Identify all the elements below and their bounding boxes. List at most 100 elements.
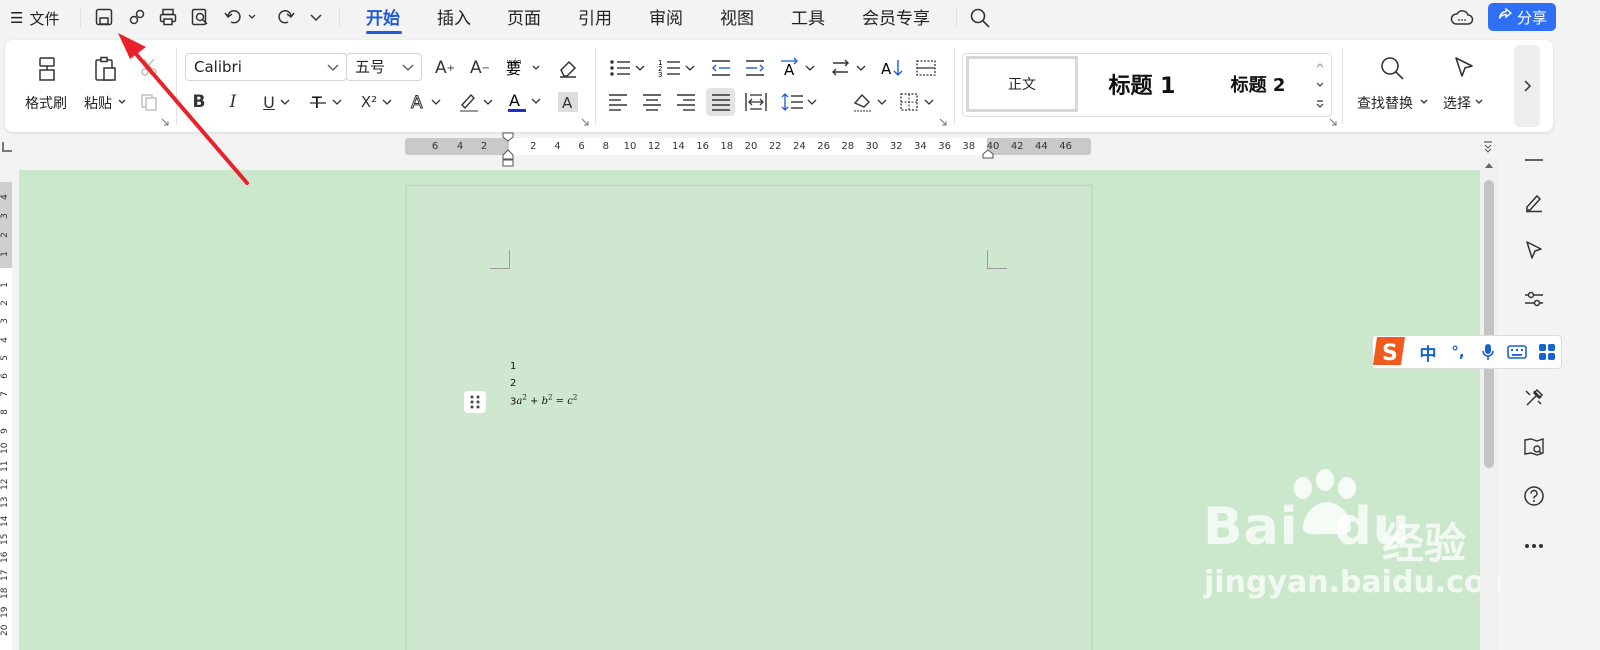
more-icon[interactable] [1520,532,1548,560]
tab-member[interactable]: 会员专享 [862,6,930,32]
strikethrough-icon[interactable]: T [308,89,346,115]
tab-page[interactable]: 页面 [507,6,541,32]
styles-launcher-icon[interactable] [1328,117,1338,127]
ime-apps-icon[interactable] [1535,340,1559,364]
tab-tools[interactable]: 工具 [791,6,825,32]
line-spacing-icon[interactable] [780,90,820,114]
ruler-number: 46 [1059,141,1072,152]
bullet-list-icon[interactable] [607,55,647,81]
text-direction-icon[interactable]: A [778,55,818,81]
style-heading-1[interactable]: 标题 1 [1086,56,1198,112]
increase-indent-icon[interactable] [742,55,768,81]
phonetic-guide-icon[interactable]: 要 wén [503,55,543,81]
sort-direction-icon[interactable] [830,55,870,81]
tab-home[interactable]: 开始 [366,6,400,32]
vertical-ruler-number: 18 [0,587,10,600]
find-replace-label[interactable]: 查找替换 [1357,93,1413,113]
styles-expand-icon[interactable] [1313,97,1327,111]
font-launcher-icon[interactable] [580,117,590,127]
decrease-indent-icon[interactable] [708,55,734,81]
equation[interactable]: a2 + b2 = c2 [516,394,577,408]
paragraph-line-3[interactable]: 3a2 + b2 = c2 [510,394,577,407]
share-button[interactable]: 分享 [1488,3,1556,31]
format-painter-icon[interactable] [30,52,64,86]
vertical-scrollbar-thumb[interactable] [1484,180,1494,468]
adjust-sliders-icon[interactable] [1520,285,1548,313]
distribute-icon[interactable] [744,90,768,114]
format-painter-label[interactable]: 格式刷 [25,93,67,113]
right-indent-marker[interactable] [981,148,995,160]
align-center-icon[interactable] [640,90,664,114]
ime-punct-toggle[interactable]: °, [1447,340,1469,364]
vertical-ruler-number: 15 [0,533,10,545]
margin-corner-top-left [490,250,510,269]
ime-lang-toggle[interactable]: 中 [1417,340,1439,365]
style-normal[interactable]: 正文 [966,56,1078,112]
align-left-icon[interactable] [606,90,630,114]
ruler-corner-icon[interactable] [2,142,12,152]
microphone-icon[interactable] [1477,340,1499,364]
sogou-logo-icon[interactable]: S [1370,332,1410,370]
grow-font-icon[interactable]: A + [432,55,458,81]
shrink-font-icon[interactable]: A − [467,55,493,81]
tab-references[interactable]: 引用 [578,6,612,32]
divider [339,8,340,28]
underline-label: U [263,92,275,112]
select-label[interactable]: 选择 [1443,93,1471,113]
styles-scroll-down-icon[interactable] [1313,78,1327,92]
character-shading-icon[interactable]: A [556,90,580,114]
font-color-icon[interactable]: A [505,89,545,115]
tab-view[interactable]: 视图 [720,6,754,32]
borders-icon[interactable] [898,90,938,114]
paragraph-line-2[interactable]: 2 [510,378,516,389]
highlight-icon[interactable] [456,89,496,115]
ruler-number: 14 [672,141,685,152]
style-heading-2[interactable]: 标题 2 [1206,56,1310,112]
file-menu-button[interactable]: ☰ 文件 [10,6,59,30]
select-dropdown-icon[interactable] [1473,95,1485,109]
pen-icon[interactable] [1520,188,1548,216]
justify-icon[interactable] [706,88,735,116]
hanging-indent-marker[interactable] [501,148,515,168]
more-quick-access-chevron-icon[interactable] [304,5,328,29]
font-size-combo[interactable]: 五号 [346,53,422,81]
vertical-ruler-number: 4 [0,194,10,200]
tab-review[interactable]: 审阅 [649,6,683,32]
margin-corner-top-right [987,250,1007,269]
tab-insert[interactable]: 插入 [437,6,471,32]
plus-sign: + [530,396,539,408]
paragraph-launcher-icon[interactable] [938,117,948,127]
search-icon[interactable] [967,5,993,31]
text-effect-icon[interactable]: A [408,89,446,115]
book-search-icon[interactable] [1520,433,1548,461]
select-icon[interactable] [1520,236,1548,264]
numbered-list-icon[interactable]: 123 [657,55,697,81]
keyboard-icon[interactable] [1505,340,1529,364]
help-icon[interactable] [1520,482,1548,510]
collapse-panel-icon[interactable] [1520,146,1548,174]
find-replace-dropdown-icon[interactable] [1418,95,1430,109]
drag-handle-icon[interactable] [464,391,486,413]
first-line-indent-marker[interactable] [501,131,515,143]
columns-icon[interactable] [913,55,939,81]
ruler-toggle-icon[interactable] [1482,140,1494,154]
share-label: 分享 [1516,8,1547,27]
shading-icon[interactable] [850,90,890,114]
scroll-up-arrow-icon[interactable] [1482,158,1496,172]
ruler-number: 34 [914,141,927,152]
sort-icon[interactable]: A [880,55,906,81]
superscript-button[interactable]: X² [358,89,396,115]
paragraph-line-1[interactable]: 1 [510,361,516,372]
tools-icon[interactable] [1520,384,1548,412]
ribbon-more-button[interactable] [1514,45,1540,127]
underline-button[interactable]: U [258,89,296,115]
select-pointer-icon[interactable] [1448,52,1480,84]
redo-icon[interactable] [274,5,298,29]
cloud-icon[interactable] [1449,5,1475,31]
svg-text:wén: wén [507,58,521,66]
clear-format-icon[interactable] [555,55,581,81]
find-replace-icon[interactable] [1376,52,1408,84]
styles-scroll-up-icon[interactable] [1313,58,1327,72]
align-right-icon[interactable] [674,90,698,114]
ruler-number: 26 [817,141,830,152]
